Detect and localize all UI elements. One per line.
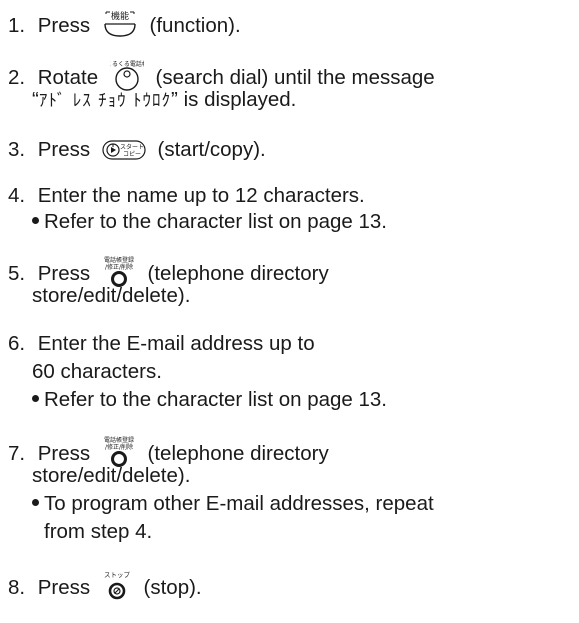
instruction-list: 1. Press 機能 (function). 2. Rotate くるくる電話… <box>0 0 579 623</box>
step-number: 2. <box>8 66 26 89</box>
step-text: Enter the E-mail address up to <box>37 332 315 355</box>
bullet-icon <box>32 217 39 225</box>
svg-text:機能: 機能 <box>111 10 129 22</box>
step-7-line-2: store/edit/delete). <box>0 464 190 488</box>
step-text: Enter the name up to 12 characters. <box>37 184 365 207</box>
step-6: 6. Enter the E-mail address up to <box>0 332 315 356</box>
step-text: (telephone directory <box>147 262 329 285</box>
svg-text:コピー: コピー <box>123 151 141 158</box>
step-text: Press <box>37 138 91 161</box>
step-8: 8. Press ストップ (stop). <box>0 568 202 600</box>
step-7-bullet: To program other E-mail addresses, repea… <box>0 492 434 516</box>
step-3: 3. Press スタート コピー (start/copy). <box>0 138 266 162</box>
svg-text:くるくる電話帳: くるくる電話帳 <box>110 60 144 68</box>
bullet-text: Refer to the character list on page 13. <box>44 210 388 233</box>
step-number: 5. <box>8 262 26 285</box>
svg-text:/修正/削除: /修正/削除 <box>105 263 133 271</box>
svg-text:ストップ: ストップ <box>104 571 131 579</box>
bullet-icon <box>32 395 39 403</box>
step-7-bullet-line-2: from step 4. <box>0 520 152 544</box>
step-2: 2. Rotate くるくる電話帳 (search dial) until th… <box>0 58 435 91</box>
start-copy-key-icon: スタート コピー <box>102 139 146 161</box>
stop-key-icon: ストップ <box>102 570 132 602</box>
step-5-line-2: store/edit/delete). <box>0 284 190 308</box>
bullet-text: To program other E-mail addresses, repea… <box>44 492 434 515</box>
step-6-line-2: 60 characters. <box>0 360 162 384</box>
step-text: Rotate <box>37 66 99 89</box>
step-text: (start/copy). <box>157 138 266 161</box>
step-1: 1. Press 機能 (function). <box>0 8 241 38</box>
step-6-bullet: Refer to the character list on page 13. <box>0 388 387 412</box>
bullet-text: Refer to the character list on page 13. <box>44 388 388 411</box>
step-text: (search dial) until the message <box>155 66 435 89</box>
step-text: Press <box>37 262 91 285</box>
display-message: ｱﾄﾞ ﾚｽ ﾁｮｳ ﾄｳﾛｸ <box>38 91 172 111</box>
step-5: 5. Press 電話帳登録 /修正/削除 (telephone directo… <box>0 254 329 287</box>
quote-open: “ <box>32 88 39 111</box>
step-text: 60 characters. <box>32 360 162 383</box>
step-text: ” is displayed. <box>171 88 297 111</box>
function-key-icon: 機能 <box>102 10 138 40</box>
step-number: 6. <box>8 332 26 355</box>
step-7: 7. Press 電話帳登録 /修正/削除 (telephone directo… <box>0 434 329 467</box>
step-text: store/edit/delete). <box>32 284 191 307</box>
step-text: Press <box>37 14 91 37</box>
step-text: Press <box>37 442 91 465</box>
step-text: (function). <box>149 14 241 37</box>
step-text: Press <box>37 576 91 599</box>
step-text: (stop). <box>143 576 202 599</box>
step-number: 3. <box>8 138 26 161</box>
step-4-bullet: Refer to the character list on page 13. <box>0 210 387 234</box>
step-number: 8. <box>8 576 26 599</box>
step-number: 1. <box>8 14 26 37</box>
step-number: 7. <box>8 442 26 465</box>
step-text: (telephone directory <box>147 442 329 465</box>
svg-text:電話帳登録: 電話帳登録 <box>104 436 134 444</box>
svg-text:/修正/削除: /修正/削除 <box>105 443 133 451</box>
step-text: store/edit/delete). <box>32 464 191 487</box>
step-number: 4. <box>8 184 26 207</box>
step-4: 4. Enter the name up to 12 characters. <box>0 184 365 208</box>
step-2-line-2: “ｱﾄﾞ ﾚｽ ﾁｮｳ ﾄｳﾛｸ” is displayed. <box>0 88 296 113</box>
svg-text:電話帳登録: 電話帳登録 <box>104 256 134 264</box>
svg-text:スタート: スタート <box>120 143 144 151</box>
bullet-text: from step 4. <box>44 520 153 543</box>
bullet-icon <box>32 499 39 507</box>
